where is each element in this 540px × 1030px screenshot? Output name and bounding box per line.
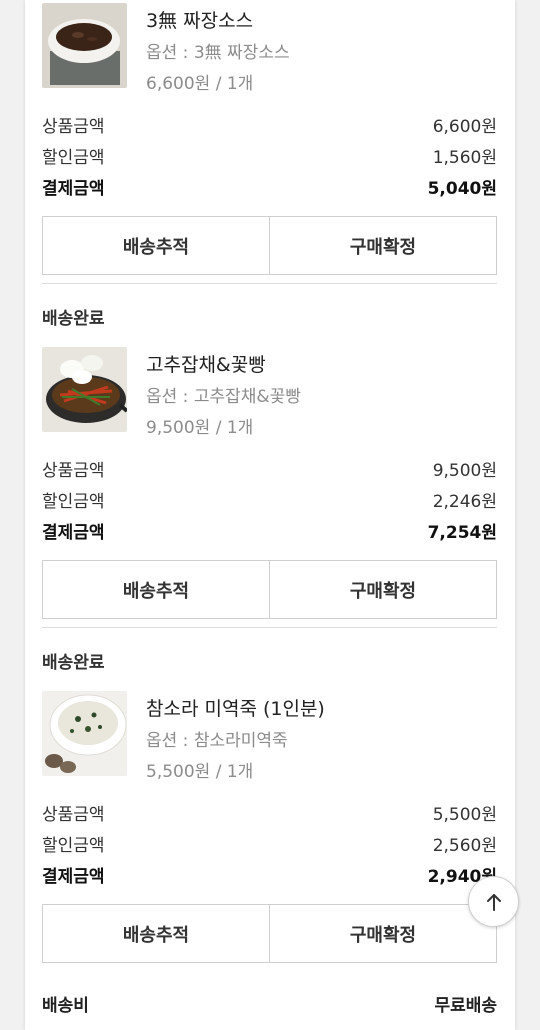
- discount-amount-row: 할인금액 1,560원: [42, 143, 497, 168]
- product-thumbnail[interactable]: [42, 3, 127, 88]
- discount-amount-value: 1,560원: [432, 148, 497, 168]
- divider: [42, 283, 497, 284]
- shipping-fee-label: 배송비: [42, 996, 89, 1016]
- discount-amount-label: 할인금액: [42, 492, 105, 512]
- track-delivery-button[interactable]: 배송추적: [43, 561, 269, 618]
- product-option: 옵션 : 고추잡채&꽃빵: [146, 387, 301, 407]
- payment-amount-row: 결제금액 2,940원: [42, 862, 497, 887]
- discount-amount-row: 할인금액 2,246원: [42, 487, 497, 512]
- product-thumbnail[interactable]: [42, 691, 127, 776]
- product-amount-value: 9,500원: [432, 461, 497, 481]
- product-amount-row: 상품금액 6,600원: [42, 112, 497, 137]
- product-price-quantity: 5,500원 / 1개: [146, 762, 254, 782]
- discount-amount-label: 할인금액: [42, 836, 105, 856]
- order-action-buttons: 배송추적 구매확정: [42, 560, 497, 619]
- scroll-to-top-button[interactable]: [468, 876, 519, 927]
- product-thumbnail[interactable]: [42, 347, 127, 432]
- product-name[interactable]: 3無 짜장소스: [146, 6, 253, 33]
- shipping-fee-value: 무료배송: [434, 996, 497, 1016]
- payment-amount-label: 결제금액: [42, 867, 105, 887]
- discount-amount-value: 2,560원: [432, 836, 497, 856]
- payment-amount-label: 결제금액: [42, 179, 105, 199]
- product-amount-value: 5,500원: [432, 805, 497, 825]
- product-amount-label: 상품금액: [42, 117, 105, 137]
- discount-amount-row: 할인금액 2,560원: [42, 831, 497, 856]
- payment-amount-label: 결제금액: [42, 523, 105, 543]
- divider: [42, 627, 497, 628]
- order-detail-panel: 3無 짜장소스 옵션 : 3無 짜장소스 6,600원 / 1개 상품금액 6,…: [25, 0, 515, 1030]
- arrow-up-icon: [486, 893, 501, 911]
- confirm-purchase-button[interactable]: 구매확정: [269, 905, 496, 962]
- product-amount-row: 상품금액 5,500원: [42, 800, 497, 825]
- product-price-quantity: 6,600원 / 1개: [146, 74, 254, 94]
- payment-amount-row: 결제금액 7,254원: [42, 518, 497, 543]
- shipping-fee-row: 배송비 무료배송: [42, 991, 497, 1017]
- track-delivery-button[interactable]: 배송추적: [43, 905, 269, 962]
- payment-amount-value: 5,040원: [427, 179, 497, 199]
- order-status: 배송완료: [42, 309, 105, 329]
- product-amount-label: 상품금액: [42, 461, 105, 481]
- order-status: 배송완료: [42, 653, 105, 673]
- product-amount-label: 상품금액: [42, 805, 105, 825]
- discount-amount-value: 2,246원: [432, 492, 497, 512]
- product-amount-row: 상품금액 9,500원: [42, 456, 497, 481]
- confirm-purchase-button[interactable]: 구매확정: [269, 217, 496, 274]
- product-name[interactable]: 고추잡채&꽃빵: [146, 350, 266, 377]
- order-action-buttons: 배송추적 구매확정: [42, 904, 497, 963]
- product-option: 옵션 : 3無 짜장소스: [146, 43, 290, 63]
- order-item: 3無 짜장소스 옵션 : 3無 짜장소스 6,600원 / 1개 상품금액 6,…: [42, 0, 497, 276]
- order-action-buttons: 배송추적 구매확정: [42, 216, 497, 275]
- product-name[interactable]: 참소라 미역죽 (1인분): [146, 694, 325, 721]
- payment-amount-row: 결제금액 5,040원: [42, 174, 497, 199]
- track-delivery-button[interactable]: 배송추적: [43, 217, 269, 274]
- product-amount-value: 6,600원: [432, 117, 497, 137]
- product-option: 옵션 : 참소라미역죽: [146, 731, 288, 751]
- confirm-purchase-button[interactable]: 구매확정: [269, 561, 496, 618]
- product-price-quantity: 9,500원 / 1개: [146, 418, 254, 438]
- order-item: 배송완료 참소라 미역죽 (1인분) 옵션 : 참소라미역죽 5,500원 / …: [42, 648, 497, 964]
- payment-amount-value: 7,254원: [427, 523, 497, 543]
- order-item: 배송완료 고추잡채&꽃빵 옵션 : 고추잡채&꽃빵 9,500원 / 1개 상품…: [42, 304, 497, 620]
- discount-amount-label: 할인금액: [42, 148, 105, 168]
